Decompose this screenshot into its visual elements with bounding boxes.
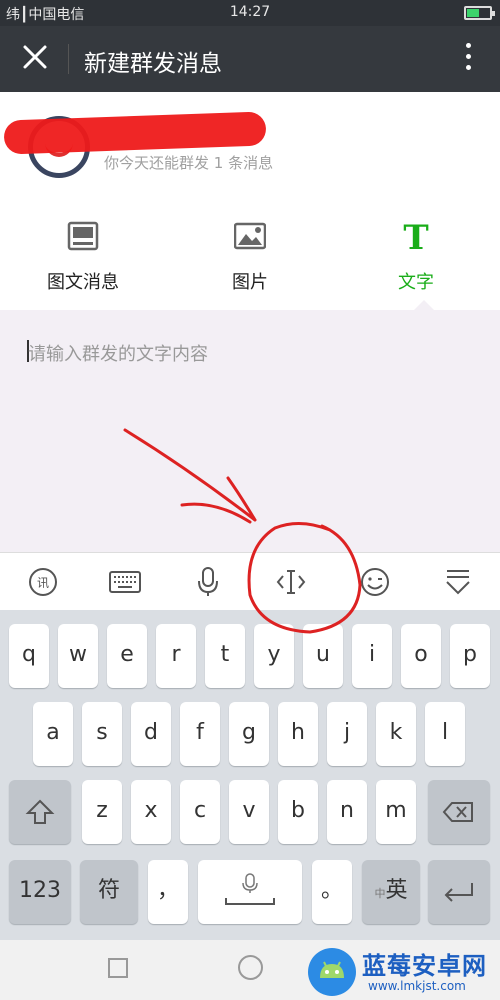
key-p[interactable]: p bbox=[450, 624, 490, 688]
microphone-icon[interactable] bbox=[191, 565, 225, 599]
key-i[interactable]: i bbox=[352, 624, 392, 688]
key-r[interactable]: r bbox=[156, 624, 196, 688]
enter-key[interactable] bbox=[428, 860, 490, 924]
key-e[interactable]: e bbox=[107, 624, 147, 688]
soft-keyboard: 123 符 ， 。 中英 qwertyuiop asdfghjkl zxcvbnm bbox=[0, 610, 500, 940]
site-watermark: 蓝莓安卓网 www.lmkjst.com bbox=[308, 946, 498, 998]
key-x[interactable]: x bbox=[131, 780, 171, 844]
keyboard-toolbar: 讯 bbox=[0, 552, 500, 610]
key-z[interactable]: z bbox=[82, 780, 122, 844]
key-v[interactable]: v bbox=[229, 780, 269, 844]
key-m[interactable]: m bbox=[376, 780, 416, 844]
status-bar: 纬┃中国电信 14:27 bbox=[0, 0, 500, 26]
message-type-tabs: 图文消息 图片 T 文字 bbox=[0, 202, 500, 310]
key-c[interactable]: c bbox=[180, 780, 220, 844]
space-key[interactable] bbox=[198, 860, 302, 924]
emoji-icon[interactable] bbox=[358, 565, 392, 599]
recent-apps-icon[interactable] bbox=[108, 958, 128, 978]
key-w[interactable]: w bbox=[58, 624, 98, 688]
key-t[interactable]: t bbox=[205, 624, 245, 688]
tab-label: 文字 bbox=[398, 272, 434, 293]
key-j[interactable]: j bbox=[327, 702, 367, 766]
watermark-title: 蓝莓安卓网 bbox=[362, 952, 487, 980]
key-h[interactable]: h bbox=[278, 702, 318, 766]
title-bar: 新建群发消息 bbox=[0, 26, 500, 92]
language-switch-key[interactable]: 中英 bbox=[362, 860, 420, 924]
account-info: 你今天还能群发 1 条消息 bbox=[0, 92, 500, 202]
period-key[interactable]: 。 bbox=[312, 860, 352, 924]
tab-article[interactable]: 图文消息 bbox=[0, 214, 166, 304]
battery-icon bbox=[464, 6, 495, 20]
key-b[interactable]: b bbox=[278, 780, 318, 844]
key-d[interactable]: d bbox=[131, 702, 171, 766]
divider bbox=[68, 44, 69, 74]
comma-key[interactable]: ， bbox=[148, 860, 188, 924]
collapse-keyboard-icon[interactable] bbox=[441, 565, 475, 599]
key-o[interactable]: o bbox=[401, 624, 441, 688]
key-k[interactable]: k bbox=[376, 702, 416, 766]
svg-text:讯: 讯 bbox=[37, 576, 49, 590]
key-u[interactable]: u bbox=[303, 624, 343, 688]
symbols-key[interactable]: 符 bbox=[80, 860, 138, 924]
keyboard-icon[interactable] bbox=[108, 565, 142, 599]
numbers-key[interactable]: 123 bbox=[9, 860, 71, 924]
key-q[interactable]: q bbox=[9, 624, 49, 688]
tab-text[interactable]: T 文字 bbox=[333, 214, 499, 304]
more-vertical-icon[interactable] bbox=[464, 43, 472, 73]
remaining-quota-text: 你今天还能群发 1 条消息 bbox=[104, 154, 274, 172]
language-small-label: 中 bbox=[374, 887, 386, 900]
key-g[interactable]: g bbox=[229, 702, 269, 766]
compose-textarea[interactable]: 请输入群发的文字内容 bbox=[0, 310, 500, 552]
text-T-icon: T bbox=[403, 220, 428, 252]
article-icon bbox=[67, 221, 99, 251]
page-title: 新建群发消息 bbox=[84, 51, 222, 77]
android-logo-icon bbox=[308, 948, 356, 996]
tab-label: 图片 bbox=[232, 272, 268, 293]
key-s[interactable]: s bbox=[82, 702, 122, 766]
backspace-key[interactable] bbox=[428, 780, 490, 844]
redacted-account-name bbox=[3, 111, 267, 155]
key-a[interactable]: a bbox=[33, 702, 73, 766]
tab-label: 图文消息 bbox=[47, 272, 119, 293]
compose-placeholder: 请输入群发的文字内容 bbox=[28, 344, 208, 365]
key-n[interactable]: n bbox=[327, 780, 367, 844]
key-l[interactable]: l bbox=[425, 702, 465, 766]
svg-text:T: T bbox=[403, 220, 428, 252]
image-icon bbox=[234, 222, 266, 250]
tab-image[interactable]: 图片 bbox=[167, 214, 333, 304]
watermark-url: www.lmkjst.com bbox=[368, 979, 466, 993]
home-icon[interactable] bbox=[238, 955, 263, 980]
handwriting-icon[interactable]: 讯 bbox=[26, 565, 60, 599]
close-icon[interactable] bbox=[18, 40, 52, 74]
clock: 14:27 bbox=[229, 4, 271, 20]
key-f[interactable]: f bbox=[180, 702, 220, 766]
cursor-move-icon[interactable] bbox=[274, 565, 308, 599]
active-tab-pointer bbox=[414, 300, 434, 310]
shift-key[interactable] bbox=[9, 780, 71, 844]
key-y[interactable]: y bbox=[254, 624, 294, 688]
language-label: 英 bbox=[385, 878, 408, 903]
